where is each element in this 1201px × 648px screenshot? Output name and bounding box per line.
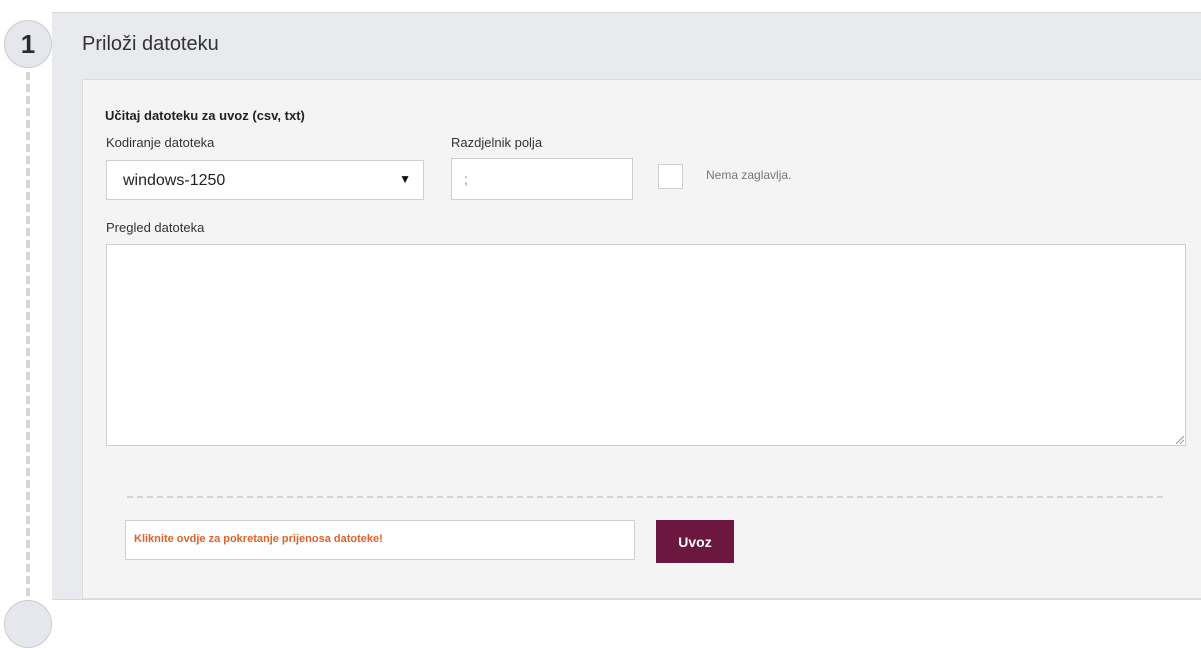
file-upload-dropzone[interactable]: Kliknite ovdje za pokretanje prijenosa d… (125, 520, 635, 560)
section-title: Učitaj datoteku za uvoz (csv, txt) (105, 108, 305, 123)
no-header-label: Nema zaglavlja. (706, 168, 792, 182)
encoding-select-value: windows-1250 (123, 172, 226, 189)
separator-label: Razdjelnik polja (451, 135, 543, 150)
file-preview-textarea[interactable] (106, 244, 1186, 446)
stepper-line (26, 60, 30, 620)
step-number-badge: 1 (4, 20, 52, 68)
upload-prompt: Kliknite ovdje za pokretanje prijenosa d… (134, 533, 383, 545)
upload-form: Učitaj datoteku za uvoz (csv, txt) Kodir… (82, 79, 1201, 599)
caret-down-icon: ▼ (399, 172, 411, 186)
resize-handle-icon[interactable] (1176, 436, 1184, 444)
import-button[interactable]: Uvoz (656, 520, 734, 563)
divider (127, 496, 1163, 498)
next-step-badge (4, 600, 52, 648)
step-title: Priloži datoteku (82, 33, 219, 55)
encoding-select[interactable]: windows-1250 ▼ (106, 160, 424, 200)
separator-input[interactable] (451, 158, 633, 200)
encoding-label: Kodiranje datoteka (106, 135, 215, 150)
no-header-checkbox[interactable] (658, 164, 683, 189)
preview-label: Pregled datoteka (106, 220, 205, 235)
step-panel: Priloži datoteku Učitaj datoteku za uvoz… (52, 12, 1201, 600)
